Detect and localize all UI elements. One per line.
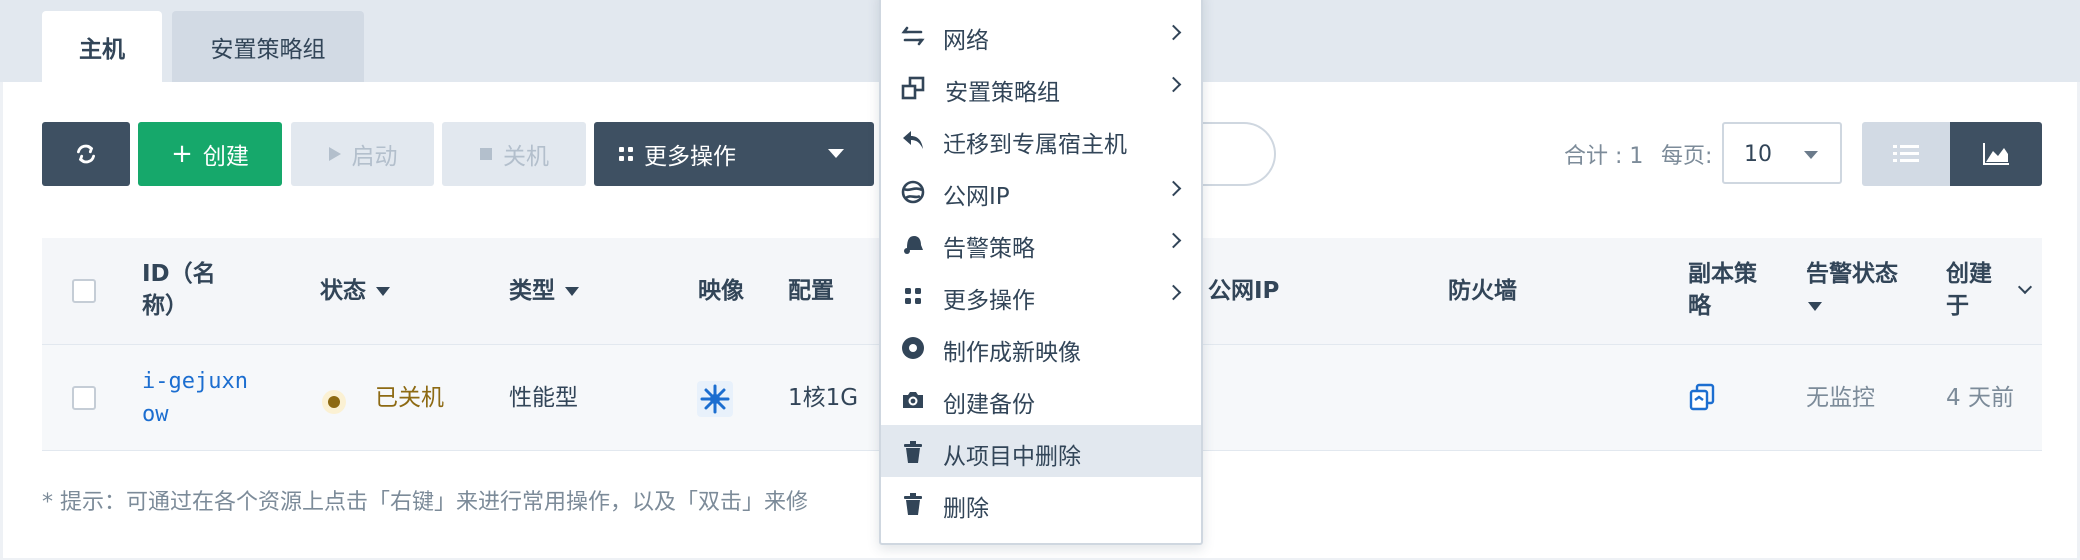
stop-button[interactable]: 关机 bbox=[442, 122, 586, 186]
caret-down-icon bbox=[1808, 302, 1822, 311]
menu-item-alert-policy[interactable]: 告警策略 bbox=[881, 217, 1201, 269]
play-icon bbox=[328, 147, 341, 161]
header-public-ip: 公网IP bbox=[1208, 278, 1280, 304]
globe-icon bbox=[901, 180, 925, 204]
header-created: 创建于 bbox=[1946, 261, 1992, 319]
disc-icon bbox=[902, 337, 924, 359]
total-count: 合计 : 1 bbox=[1564, 144, 1644, 169]
create-label: 创建 bbox=[202, 144, 249, 170]
select-all-checkbox[interactable] bbox=[72, 279, 96, 303]
header-image: 映像 bbox=[698, 278, 744, 304]
more-actions-button[interactable]: 更多操作 bbox=[594, 122, 874, 186]
swap-arrows-icon bbox=[901, 26, 925, 46]
more-actions-label: 更多操作 bbox=[644, 144, 736, 170]
menu-item-delete[interactable]: 删除 bbox=[881, 477, 1201, 529]
menu-item-migrate-dedicated-host[interactable]: 迁移到专属宿主机 bbox=[881, 113, 1201, 165]
chevron-down-icon[interactable] bbox=[2017, 279, 2033, 295]
header-firewall: 防火墙 bbox=[1448, 278, 1517, 304]
menu-item-label: 迁移到专属宿主机 bbox=[943, 132, 1127, 158]
start-button[interactable]: 启动 bbox=[291, 122, 434, 186]
header-type-label: 类型 bbox=[509, 278, 555, 304]
stop-label: 关机 bbox=[503, 144, 549, 170]
status-stopped-icon bbox=[322, 390, 346, 414]
trash-icon bbox=[904, 441, 922, 463]
usage-hint: * 提示：可通过在各个资源上点击「右键」来进行常用操作，以及「双击」来修 bbox=[42, 490, 808, 515]
menu-item-label: 更多操作 bbox=[943, 288, 1035, 314]
refresh-icon bbox=[77, 144, 95, 164]
header-type[interactable]: 类型 bbox=[509, 275, 579, 307]
per-page-label: 每页: bbox=[1661, 144, 1713, 169]
chevron-down-icon bbox=[1804, 151, 1818, 159]
menu-item-more-actions[interactable]: 更多操作 bbox=[881, 269, 1201, 321]
header-alert[interactable]: 告警状态 bbox=[1806, 258, 1906, 322]
chevron-right-icon bbox=[1165, 24, 1182, 41]
replica-policy-icon[interactable] bbox=[1688, 383, 1716, 415]
header-config: 配置 bbox=[788, 278, 834, 304]
row-id-line2: ow bbox=[142, 402, 169, 427]
placement-group-icon bbox=[901, 76, 925, 100]
stop-icon bbox=[480, 148, 492, 160]
header-status[interactable]: 状态 bbox=[320, 275, 390, 307]
menu-item-remove-from-project[interactable]: 从项目中删除 bbox=[881, 425, 1201, 477]
row-config: 1核1G bbox=[788, 385, 859, 411]
row-checkbox[interactable] bbox=[72, 386, 96, 410]
context-menu: 网络 安置策略组 迁移到专属宿主机 公网IP 告警策略 更多操作 制作成新映像 … bbox=[879, 0, 1203, 545]
menu-item-placement-group[interactable]: 安置策略组 bbox=[881, 61, 1201, 113]
menu-item-create-backup[interactable]: 创建备份 bbox=[881, 373, 1201, 425]
row-id-line1: i-gejuxn bbox=[142, 369, 248, 394]
trash-icon bbox=[904, 493, 922, 515]
menu-item-network[interactable]: 网络 bbox=[881, 9, 1201, 61]
bell-icon bbox=[904, 236, 923, 254]
os-image-icon bbox=[697, 381, 733, 421]
chart-view-button[interactable] bbox=[1950, 122, 2042, 186]
header-replica: 副本策略 bbox=[1688, 261, 1757, 319]
grid-dots-icon bbox=[619, 147, 633, 161]
menu-item-public-ip[interactable]: 公网IP bbox=[881, 165, 1201, 217]
menu-item-label: 删除 bbox=[943, 496, 989, 522]
caret-down-icon bbox=[828, 149, 844, 158]
list-icon bbox=[1893, 145, 1919, 162]
chevron-right-icon bbox=[1165, 232, 1182, 249]
chevron-right-icon bbox=[1165, 284, 1182, 301]
chevron-right-icon bbox=[1165, 180, 1182, 197]
menu-item-label: 安置策略组 bbox=[945, 80, 1060, 106]
list-view-button[interactable] bbox=[1862, 122, 1950, 186]
menu-item-label: 告警策略 bbox=[943, 236, 1035, 262]
camera-icon bbox=[903, 392, 923, 408]
tab-hosts[interactable]: 主机 bbox=[42, 11, 162, 82]
header-alert-label: 告警状态 bbox=[1806, 261, 1898, 287]
menu-item-label: 公网IP bbox=[943, 184, 1010, 210]
per-page-select[interactable]: 10 bbox=[1722, 122, 1842, 184]
menu-item-label: 制作成新映像 bbox=[943, 340, 1081, 366]
row-alert: 无监控 bbox=[1806, 385, 1875, 411]
caret-down-icon bbox=[565, 287, 579, 296]
plus-icon: + bbox=[171, 139, 193, 169]
refresh-button[interactable] bbox=[42, 122, 130, 186]
area-chart-icon bbox=[1983, 143, 2009, 165]
menu-item-label: 创建备份 bbox=[943, 392, 1035, 418]
row-type: 性能型 bbox=[509, 385, 578, 411]
create-button[interactable]: + 创建 bbox=[138, 122, 282, 186]
header-id: ID（名称） bbox=[142, 261, 216, 319]
menu-item-label: 网络 bbox=[943, 28, 989, 54]
chevron-right-icon bbox=[1165, 76, 1182, 93]
tab-placement-groups[interactable]: 安置策略组 bbox=[172, 11, 364, 82]
menu-item-label: 从项目中删除 bbox=[943, 444, 1081, 470]
header-status-label: 状态 bbox=[320, 278, 366, 304]
caret-down-icon bbox=[376, 287, 390, 296]
per-page-value: 10 bbox=[1744, 142, 1772, 167]
row-status: 已关机 bbox=[375, 385, 444, 411]
menu-item-create-image[interactable]: 制作成新映像 bbox=[881, 321, 1201, 373]
start-label: 启动 bbox=[351, 144, 398, 170]
reply-arrow-icon bbox=[903, 131, 923, 149]
row-created: 4 天前 bbox=[1946, 385, 2014, 411]
row-id-link[interactable]: i-gejuxn ow bbox=[142, 365, 248, 431]
grid-dots-icon bbox=[905, 288, 921, 304]
